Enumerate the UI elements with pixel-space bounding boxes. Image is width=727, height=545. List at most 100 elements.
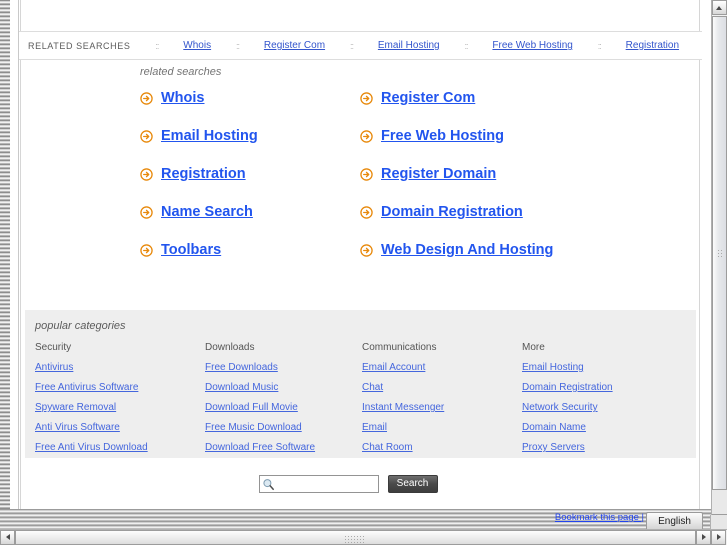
scrollbar-corner bbox=[710, 515, 727, 529]
category-link[interactable]: Free Music Download bbox=[205, 422, 362, 433]
circle-arrow-right-icon bbox=[360, 91, 373, 105]
related-searches-bar-label: RELATED SEARCHES bbox=[28, 40, 131, 51]
category-column-more: More Email Hosting Domain Registration N… bbox=[522, 342, 696, 462]
vertical-scrollbar[interactable] bbox=[711, 0, 727, 530]
circle-arrow-right-icon bbox=[360, 129, 373, 143]
category-link[interactable]: Domain Registration bbox=[522, 382, 696, 393]
triangle-right-icon bbox=[717, 534, 721, 540]
scroll-step-left-button[interactable] bbox=[696, 530, 711, 545]
popular-categories-heading: popular categories bbox=[35, 320, 126, 332]
category-title: Communications bbox=[362, 342, 437, 353]
category-title: Security bbox=[35, 342, 72, 353]
bar-separator: :: bbox=[236, 40, 240, 51]
scroll-grip-icon bbox=[717, 249, 724, 259]
related-search-item[interactable]: Register Com bbox=[360, 90, 610, 106]
category-link[interactable]: Free Downloads bbox=[205, 362, 362, 373]
related-search-label: Name Search bbox=[161, 204, 253, 220]
category-title: More bbox=[522, 342, 545, 353]
related-search-item[interactable]: Name Search bbox=[140, 204, 360, 220]
category-title: Downloads bbox=[205, 342, 255, 353]
bar-separator: :: bbox=[349, 40, 354, 51]
bookmark-this-page-link[interactable]: Bookmark this page | bbox=[555, 512, 644, 523]
search-field[interactable] bbox=[258, 475, 379, 493]
triangle-left-icon bbox=[6, 534, 10, 540]
circle-arrow-right-icon bbox=[140, 91, 153, 105]
category-link[interactable]: Download Music bbox=[205, 382, 362, 393]
bar-separator: :: bbox=[155, 40, 159, 51]
related-search-item[interactable]: Whois bbox=[140, 90, 360, 106]
related-search-label: Domain Registration bbox=[381, 204, 523, 220]
category-link[interactable]: Spyware Removal bbox=[35, 402, 205, 413]
related-searches-section: related searches Whois Register Com Emai… bbox=[140, 66, 610, 258]
horizontal-scrollbar[interactable] bbox=[0, 529, 727, 545]
category-link[interactable]: Email Account bbox=[362, 362, 522, 373]
related-search-item[interactable]: Registration bbox=[140, 166, 360, 182]
scroll-right-button[interactable] bbox=[711, 530, 726, 545]
related-searches-bar-link-2[interactable]: Email Hosting bbox=[378, 40, 440, 51]
category-column-communications: Communications Email Account Chat Instan… bbox=[362, 342, 522, 462]
related-searches-bar: RELATED SEARCHES :: Whois :: Register Co… bbox=[18, 31, 702, 60]
related-searches-grid: Whois Register Com Email Hosting Free We… bbox=[140, 90, 610, 258]
category-link[interactable]: Free Antivirus Software bbox=[35, 382, 205, 393]
related-searches-heading: related searches bbox=[140, 66, 222, 78]
popular-categories-panel: popular categories Security Antivirus Fr… bbox=[25, 310, 696, 458]
related-search-label: Register Com bbox=[381, 90, 476, 106]
circle-arrow-right-icon bbox=[360, 205, 373, 219]
circle-arrow-right-icon bbox=[140, 129, 153, 143]
scroll-grip-icon bbox=[344, 535, 366, 543]
category-link[interactable]: Instant Messenger bbox=[362, 402, 522, 413]
left-striped-gutter bbox=[0, 0, 10, 509]
scroll-up-button[interactable] bbox=[712, 0, 727, 15]
scroll-left-button[interactable] bbox=[0, 530, 15, 545]
category-link[interactable]: Network Security bbox=[522, 402, 696, 413]
category-link[interactable]: Email Hosting bbox=[522, 362, 696, 373]
related-searches-bar-link-4[interactable]: Registration bbox=[626, 40, 679, 51]
related-search-item[interactable]: Web Design And Hosting bbox=[360, 242, 610, 258]
bar-separator: :: bbox=[464, 40, 469, 51]
related-search-item[interactable]: Toolbars bbox=[140, 242, 360, 258]
category-link[interactable]: Download Free Software bbox=[205, 442, 362, 453]
triangle-up-icon bbox=[716, 6, 722, 10]
circle-arrow-right-icon bbox=[140, 243, 153, 257]
category-link[interactable]: Email bbox=[362, 422, 522, 433]
circle-arrow-right-icon bbox=[360, 167, 373, 181]
category-link[interactable]: Domain Name bbox=[522, 422, 696, 433]
search-button[interactable]: Search bbox=[387, 475, 438, 493]
related-searches-bar-link-0[interactable]: Whois bbox=[183, 40, 211, 51]
bar-separator: :: bbox=[597, 40, 602, 51]
browser-viewport: RELATED SEARCHES :: Whois :: Register Co… bbox=[0, 0, 727, 545]
category-link[interactable]: Antivirus bbox=[35, 362, 205, 373]
category-link[interactable]: Free Anti Virus Download bbox=[35, 442, 205, 453]
popular-categories-columns: Security Antivirus Free Antivirus Softwa… bbox=[35, 342, 696, 462]
category-column-security: Security Antivirus Free Antivirus Softwa… bbox=[35, 342, 205, 462]
related-searches-bar-link-1[interactable]: Register Com bbox=[264, 40, 325, 51]
category-column-downloads: Downloads Free Downloads Download Music … bbox=[205, 342, 362, 462]
category-link[interactable]: Download Full Movie bbox=[205, 402, 362, 413]
related-search-label: Toolbars bbox=[161, 242, 222, 258]
related-searches-bar-link-3[interactable]: Free Web Hosting bbox=[492, 40, 572, 51]
vertical-scroll-track[interactable] bbox=[712, 490, 727, 514]
related-search-label: Free Web Hosting bbox=[381, 128, 504, 144]
circle-arrow-right-icon bbox=[140, 205, 153, 219]
related-search-label: Web Design And Hosting bbox=[381, 242, 554, 258]
related-search-label: Registration bbox=[161, 166, 246, 182]
related-search-item[interactable]: Free Web Hosting bbox=[360, 128, 610, 144]
category-link[interactable]: Proxy Servers bbox=[522, 442, 696, 453]
related-search-item[interactable]: Email Hosting bbox=[140, 128, 360, 144]
page-left-margin bbox=[10, 0, 19, 509]
related-search-item[interactable]: Domain Registration bbox=[360, 204, 610, 220]
circle-arrow-right-icon bbox=[360, 243, 373, 257]
category-link[interactable]: Anti Virus Software bbox=[35, 422, 205, 433]
related-search-item[interactable]: Register Domain bbox=[360, 166, 610, 182]
category-link[interactable]: Chat bbox=[362, 382, 522, 393]
search-input[interactable] bbox=[276, 476, 379, 492]
related-search-label: Whois bbox=[161, 90, 205, 106]
magnifier-icon bbox=[262, 478, 275, 491]
category-link[interactable]: Chat Room bbox=[362, 442, 522, 453]
triangle-left-icon bbox=[702, 534, 706, 540]
search-row: Search bbox=[0, 475, 696, 493]
horizontal-scroll-thumb[interactable] bbox=[15, 530, 696, 545]
related-search-label: Register Domain bbox=[381, 166, 497, 182]
vertical-scroll-thumb[interactable] bbox=[712, 16, 727, 490]
circle-arrow-right-icon bbox=[140, 167, 153, 181]
